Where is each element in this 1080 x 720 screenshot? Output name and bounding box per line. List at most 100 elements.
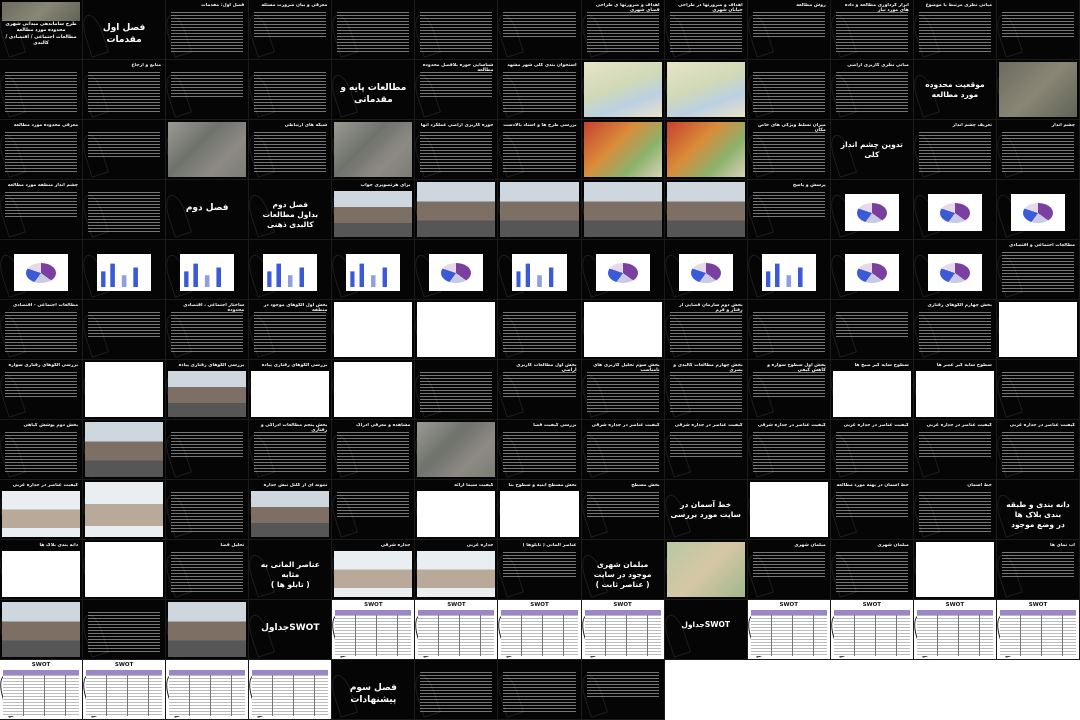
slide-thumbnail[interactable]: مبانی نظری مرتبط با موضوع (913, 0, 997, 60)
slide-thumbnail[interactable]: بررسی الگوهای رفتاری پیاده (166, 360, 250, 420)
slide-thumbnail[interactable]: کیفیت عناصر در جداره غربی (830, 420, 914, 480)
slide-thumbnail[interactable]: اهداف و ضرورتها ی طراحی فضای شهری (581, 0, 665, 60)
slide-thumbnail[interactable] (249, 60, 333, 120)
slide-thumbnail[interactable]: بخش سوم تحلیل کاربری های نامناسب (581, 360, 665, 420)
slide-thumbnail[interactable] (747, 60, 831, 120)
slide-thumbnail[interactable] (415, 0, 499, 60)
slide-thumbnail[interactable] (415, 240, 499, 300)
slide-thumbnail[interactable]: SWOT (581, 600, 665, 660)
slide-thumbnail[interactable] (498, 660, 582, 720)
slide-thumbnail[interactable]: بخش پنجم مطالعات ادراکی و رفتاری (249, 420, 333, 480)
slide-thumbnail[interactable] (581, 660, 665, 720)
slide-thumbnail[interactable]: SWOT (996, 600, 1080, 660)
slide-thumbnail[interactable] (249, 240, 333, 300)
slide-thumbnail[interactable] (664, 240, 748, 300)
slide-thumbnail[interactable]: دانه بندی و طبقه بندی بلاک ها در وضع موج… (996, 480, 1080, 540)
slide-thumbnail[interactable]: SWOT (415, 600, 499, 660)
slide-thumbnail[interactable] (166, 660, 250, 720)
slide-thumbnail[interactable] (83, 420, 167, 480)
slide-thumbnail[interactable]: خط آسمان در پهنه مورد مطالعه (830, 480, 914, 540)
slide-thumbnail[interactable] (996, 300, 1080, 360)
slide-thumbnail[interactable]: SWOT (332, 600, 416, 660)
slide-thumbnail[interactable] (332, 240, 416, 300)
slide-thumbnail[interactable]: اهداف و ضرورتها در طراحی خیابان شهری (664, 0, 748, 60)
slide-thumbnail[interactable] (83, 480, 167, 540)
slide-thumbnail[interactable] (415, 180, 499, 240)
slide-thumbnail[interactable]: چشم انداز (996, 120, 1080, 180)
slide-thumbnail[interactable]: ابزار گردآوری مطالعه و داده های مورد نیا… (830, 0, 914, 60)
slide-thumbnail[interactable]: کیفیت عناصر در جداره غربی (0, 480, 84, 540)
slide-thumbnail[interactable]: بخش دوم سازمان فضایی از رفتار و فرم (664, 300, 748, 360)
slide-thumbnail[interactable]: تحلیل فضا (166, 540, 250, 600)
slide-thumbnail[interactable] (166, 240, 250, 300)
slide-thumbnail[interactable]: دانه بندی بلاک ها (0, 540, 84, 600)
slide-thumbnail[interactable] (166, 120, 250, 180)
slide-thumbnail[interactable] (830, 300, 914, 360)
slide-thumbnail[interactable] (996, 60, 1080, 120)
slide-thumbnail[interactable] (83, 240, 167, 300)
slide-thumbnail[interactable] (664, 540, 748, 600)
slide-thumbnail[interactable]: چشم انداز منطقه مورد مطالعه (0, 180, 84, 240)
slide-thumbnail[interactable]: بخش اول سطوح سواره و کاهش کیفی (747, 360, 831, 420)
slide-thumbnail[interactable] (747, 300, 831, 360)
slide-thumbnail[interactable] (581, 60, 665, 120)
slide-thumbnail[interactable]: پرسش و پاسخ (747, 180, 831, 240)
slide-thumbnail[interactable]: عناصر المانی به مثابه ( تابلو ها ) (249, 540, 333, 600)
slide-thumbnail[interactable]: موقعیت محدوده مورد مطالعه (913, 60, 997, 120)
slide-thumbnail[interactable]: بخش مسطح ابنیه و سطوح بنا (498, 480, 582, 540)
slide-thumbnail[interactable] (996, 360, 1080, 420)
slide-thumbnail[interactable] (166, 420, 250, 480)
slide-thumbnail[interactable]: ساختار اجتماعی ، اقتصادی محدوده (166, 300, 250, 360)
slide-thumbnail[interactable]: عناصر المانی ( تابلوها ) (498, 540, 582, 600)
slide-thumbnail[interactable]: مطالعات اجتماعی و اقتصادی (996, 240, 1080, 300)
slide-thumbnail[interactable]: SWOT (913, 600, 997, 660)
slide-thumbnail[interactable] (332, 120, 416, 180)
slide-thumbnail[interactable]: بخش دوم پوشش گیاهی (0, 420, 84, 480)
slide-thumbnail[interactable]: فصل دوم بداول مطالعات کالبدی ذهنی (249, 180, 333, 240)
slide-thumbnail[interactable] (664, 120, 748, 180)
slide-thumbnail[interactable]: SWOT (747, 600, 831, 660)
slide-thumbnail[interactable] (249, 660, 333, 720)
slide-thumbnail[interactable]: برای هرتصویری جواب (332, 180, 416, 240)
slide-thumbnail[interactable]: مبانی نظری کاربری اراضی (830, 60, 914, 120)
slide-thumbnail[interactable]: بررسی کیفیت فضا (498, 420, 582, 480)
slide-thumbnail[interactable] (913, 540, 997, 600)
slide-thumbnail[interactable] (83, 360, 167, 420)
slide-thumbnail[interactable]: مبلمان شهری (830, 540, 914, 600)
slide-thumbnail[interactable]: جداره شرقی (332, 540, 416, 600)
slide-thumbnail[interactable]: تعریف چشم انداز (913, 120, 997, 180)
slide-thumbnail[interactable]: SWOT (83, 660, 167, 720)
slide-thumbnail[interactable] (664, 180, 748, 240)
slide-thumbnail[interactable]: مشاهده و معرفی ادراک (332, 420, 416, 480)
slide-thumbnail[interactable]: مبلمان شهری (747, 540, 831, 600)
slide-thumbnail[interactable]: شبکه های ارتباطی (249, 120, 333, 180)
slide-thumbnail[interactable]: تدوین چشم انداز کلی (830, 120, 914, 180)
slide-thumbnail[interactable] (996, 180, 1080, 240)
slide-thumbnail[interactable] (83, 600, 167, 660)
slide-thumbnail[interactable]: نمونه ای از کلنل نبش جداره (249, 480, 333, 540)
slide-thumbnail[interactable] (0, 600, 84, 660)
slide-thumbnail[interactable]: اب نمای ها (996, 540, 1080, 600)
slide-thumbnail[interactable]: SWOT (498, 600, 582, 660)
slide-thumbnail[interactable] (913, 240, 997, 300)
slide-thumbnail[interactable] (83, 180, 167, 240)
slide-thumbnail[interactable]: بخش چهارم مطالعات کالبدی و بصری (664, 360, 748, 420)
slide-thumbnail[interactable]: فصل اول: مقدمات (166, 0, 250, 60)
slide-thumbnail[interactable]: معرفی و بیان ضرورت مسئله (249, 0, 333, 60)
slide-thumbnail[interactable]: بررسی الگوهای رفتاری سواره (0, 360, 84, 420)
slide-thumbnail[interactable]: فصل اول مقدمات (83, 0, 167, 60)
slide-thumbnail[interactable] (913, 180, 997, 240)
slide-thumbnail[interactable]: SWOT (830, 600, 914, 660)
slide-thumbnail[interactable]: بخش چهارم الگوهای رفتاری (913, 300, 997, 360)
slide-thumbnail[interactable]: روش مطالعه (747, 0, 831, 60)
slide-thumbnail[interactable]: کیفیت عناصر در جداره غربی (996, 420, 1080, 480)
slide-thumbnail[interactable]: مطالعات اجتماعی - اقتصادی (0, 300, 84, 360)
slide-thumbnail[interactable]: بخش اول مطالعات کاربری اراضی (498, 360, 582, 420)
slide-thumbnail[interactable] (415, 360, 499, 420)
slide-thumbnail[interactable]: کیفیت سیما ارائه (415, 480, 499, 540)
slide-thumbnail[interactable] (415, 660, 499, 720)
slide-thumbnail[interactable] (498, 180, 582, 240)
slide-thumbnail[interactable] (581, 120, 665, 180)
slide-thumbnail[interactable] (332, 480, 416, 540)
slide-thumbnail[interactable]: کیفیت عناصر در جداره غربی (913, 420, 997, 480)
